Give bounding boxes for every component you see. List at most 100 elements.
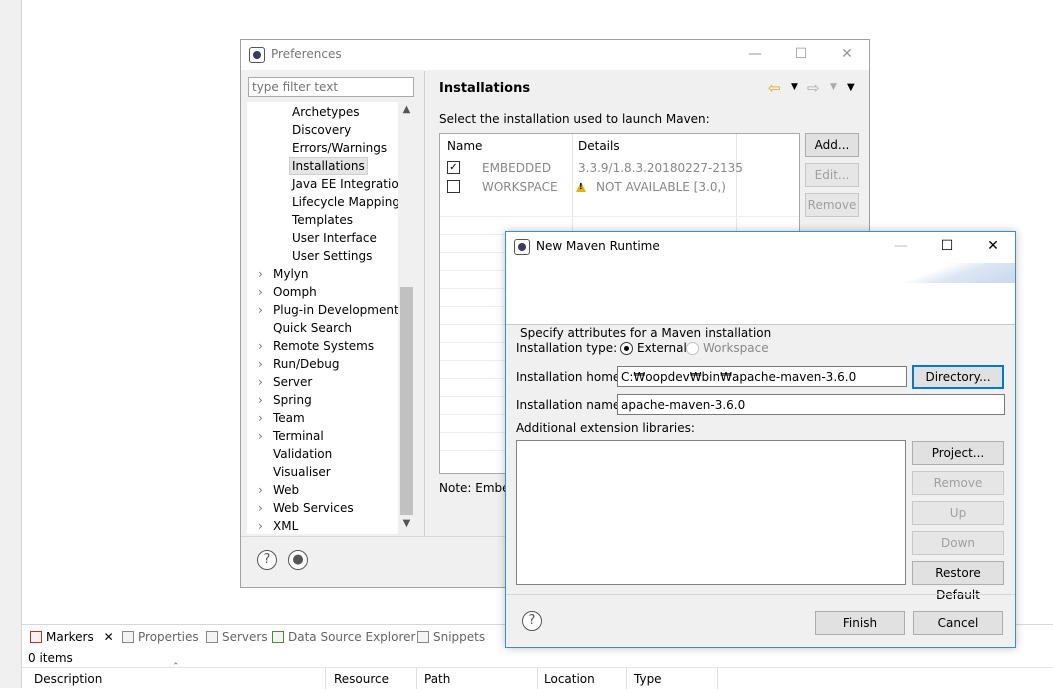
expand-chevron-icon[interactable]: › bbox=[258, 427, 270, 445]
column-header-location[interactable]: Location bbox=[544, 672, 595, 686]
edit-button[interactable]: Edit... bbox=[805, 163, 859, 187]
tree-item[interactable]: Validation bbox=[273, 445, 332, 463]
tree-item-label: Plug-in Development bbox=[273, 303, 399, 317]
tree-item[interactable]: Visualiser bbox=[273, 463, 331, 481]
remove-library-button[interactable]: Remove bbox=[912, 471, 1004, 495]
workspace-checkbox[interactable] bbox=[447, 180, 460, 193]
scroll-up-icon[interactable]: ▲ bbox=[398, 104, 415, 115]
tree-item[interactable]: Java EE Integration bbox=[292, 175, 406, 193]
close-button[interactable]: ✕ bbox=[824, 40, 870, 70]
oomph-record-icon[interactable]: ● bbox=[288, 550, 308, 570]
tree-scrollbar[interactable]: ▲ ▼ bbox=[398, 102, 415, 534]
help-icon[interactable]: ? bbox=[522, 611, 542, 631]
tree-item[interactable]: › Run/Debug bbox=[258, 355, 340, 373]
tree-item[interactable]: User Interface bbox=[292, 229, 377, 247]
close-tab-icon[interactable]: ✕ bbox=[104, 630, 114, 644]
expand-chevron-icon[interactable]: › bbox=[258, 391, 270, 409]
tree-item[interactable]: › Web Services bbox=[258, 499, 354, 517]
finish-button[interactable]: Finish bbox=[815, 611, 905, 635]
tree-item[interactable]: Quick Search bbox=[273, 319, 352, 337]
tree-item[interactable]: Archetypes bbox=[292, 103, 360, 121]
expand-chevron-icon[interactable]: › bbox=[258, 499, 270, 517]
expand-chevron-icon[interactable]: › bbox=[258, 373, 270, 391]
sort-ascending-icon: ⌃ bbox=[172, 662, 180, 672]
expand-chevron-icon[interactable]: › bbox=[258, 517, 270, 534]
back-arrow-icon[interactable]: ⇦ bbox=[768, 79, 781, 97]
tree-item[interactable]: › XML bbox=[258, 517, 298, 534]
installation-name-label: Installation name: bbox=[516, 398, 625, 412]
close-button[interactable]: ✕ bbox=[970, 232, 1016, 262]
tree-item[interactable]: › Plug-in Development bbox=[258, 301, 399, 319]
tree-item[interactable]: › Server bbox=[258, 373, 312, 391]
expand-chevron-icon[interactable]: › bbox=[258, 265, 270, 283]
expand-chevron-icon[interactable]: › bbox=[258, 355, 270, 373]
view-menu-icon[interactable]: ▼ bbox=[847, 82, 855, 93]
external-radio[interactable] bbox=[620, 342, 633, 355]
minimize-button[interactable]: — bbox=[732, 40, 778, 70]
tab-properties[interactable]: Properties bbox=[122, 630, 199, 644]
tree-item[interactable]: › Spring bbox=[258, 391, 312, 409]
column-header-details[interactable]: Details bbox=[578, 139, 620, 153]
down-button[interactable]: Down bbox=[912, 531, 1004, 555]
tree-item-label: Run/Debug bbox=[273, 357, 340, 371]
filter-input[interactable] bbox=[248, 77, 414, 97]
tab-servers[interactable]: Servers bbox=[206, 630, 268, 644]
directory-button[interactable]: Directory... bbox=[912, 365, 1004, 389]
expand-chevron-icon[interactable]: › bbox=[258, 301, 270, 319]
tree-item[interactable]: Lifecycle Mappings bbox=[292, 193, 406, 211]
minimize-button[interactable]: — bbox=[878, 232, 924, 262]
column-header-resource[interactable]: Resource bbox=[334, 672, 389, 686]
tree-item[interactable]: Templates bbox=[292, 211, 353, 229]
column-header-name[interactable]: Name bbox=[447, 139, 482, 153]
expand-chevron-icon[interactable]: › bbox=[258, 409, 270, 427]
column-header-description[interactable]: Description bbox=[34, 672, 102, 686]
tree-item[interactable]: Discovery bbox=[292, 121, 351, 139]
ext-libraries-list[interactable] bbox=[516, 440, 906, 585]
tab-markers[interactable]: Markers ✕ bbox=[30, 630, 114, 644]
preferences-titlebar[interactable]: Preferences — ☐ ✕ bbox=[241, 40, 869, 70]
workspace-radio[interactable] bbox=[686, 342, 699, 355]
column-header-path[interactable]: Path bbox=[424, 672, 450, 686]
tree-item[interactable]: › Mylyn bbox=[258, 265, 309, 283]
tree-item[interactable]: › Remote Systems bbox=[258, 337, 374, 355]
tree-item[interactable]: Errors/Warnings bbox=[292, 139, 387, 157]
tree-item-label: Oomph bbox=[273, 285, 317, 299]
tab-snippets[interactable]: Snippets bbox=[417, 630, 485, 644]
up-button[interactable]: Up bbox=[912, 501, 1004, 525]
add-button[interactable]: Add... bbox=[805, 133, 859, 157]
tree-sash[interactable] bbox=[424, 71, 425, 536]
maximize-button[interactable]: ☐ bbox=[924, 232, 970, 262]
dialog-titlebar[interactable]: New Maven Runtime — ☐ ✕ bbox=[506, 232, 1015, 263]
scroll-down-icon[interactable]: ▼ bbox=[398, 518, 415, 529]
tab-data-source-explorer[interactable]: Data Source Explorer bbox=[272, 630, 415, 644]
tree-item-label: Java EE Integration bbox=[292, 177, 407, 191]
dialog-description: Specify attributes for a Maven installat… bbox=[520, 326, 772, 340]
back-menu-chevron-icon[interactable]: ▼ bbox=[791, 82, 798, 92]
tree-item[interactable]: › Terminal bbox=[258, 427, 324, 445]
installation-name-input[interactable] bbox=[617, 394, 1005, 415]
restore-default-button[interactable]: Restore Default bbox=[912, 561, 1004, 602]
embedded-checkbox[interactable]: ✓ bbox=[447, 161, 460, 174]
expand-chevron-icon[interactable]: › bbox=[258, 337, 270, 355]
eclipse-app-icon bbox=[249, 47, 265, 63]
forward-menu-chevron-icon[interactable]: ▼ bbox=[830, 82, 837, 92]
tree-item[interactable]: › Oomph bbox=[258, 283, 317, 301]
tree-item[interactable]: Installations bbox=[289, 157, 368, 175]
remove-button[interactable]: Remove bbox=[805, 193, 859, 217]
scrollbar-thumb[interactable] bbox=[400, 287, 413, 515]
cancel-button[interactable]: Cancel bbox=[913, 611, 1003, 635]
tree-item[interactable]: User Settings bbox=[292, 247, 372, 265]
expand-chevron-icon[interactable]: › bbox=[258, 283, 270, 301]
tree-item[interactable]: › Team bbox=[258, 409, 305, 427]
project-button[interactable]: Project... bbox=[912, 441, 1004, 465]
external-radio-label[interactable]: External bbox=[637, 341, 687, 355]
help-icon[interactable]: ? bbox=[257, 550, 277, 570]
expand-chevron-icon[interactable]: › bbox=[258, 481, 270, 499]
properties-icon bbox=[122, 631, 134, 643]
installation-home-input[interactable] bbox=[617, 366, 907, 387]
tree-item[interactable]: › Web bbox=[258, 481, 299, 499]
maximize-button[interactable]: ☐ bbox=[778, 40, 824, 70]
workspace-radio-label[interactable]: Workspace bbox=[703, 341, 769, 355]
forward-arrow-icon[interactable]: ⇨ bbox=[807, 79, 820, 97]
column-header-type[interactable]: Type bbox=[634, 672, 662, 686]
